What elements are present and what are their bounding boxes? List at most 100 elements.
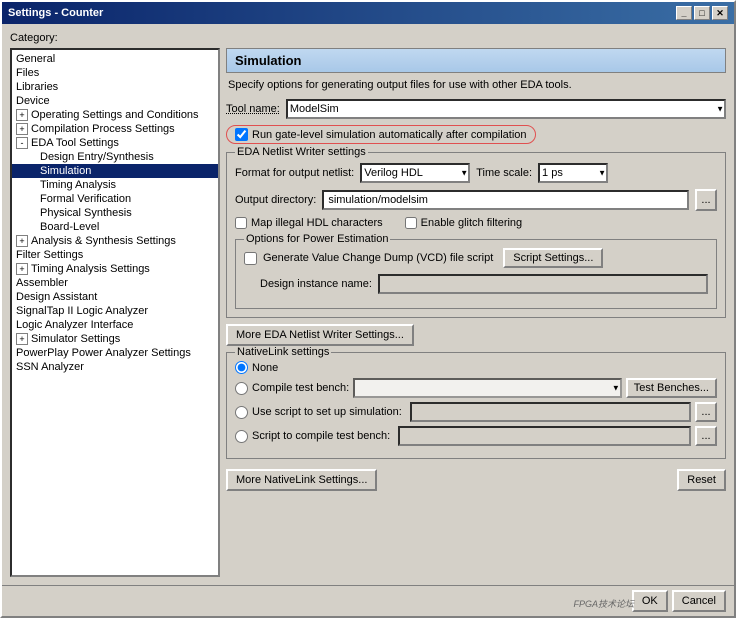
tree-item-design-entry[interactable]: Design Entry/Synthesis xyxy=(12,150,218,164)
compile-script-input xyxy=(398,426,691,446)
tree-label-device: Device xyxy=(16,95,50,107)
ok-button[interactable]: OK xyxy=(632,590,668,612)
tree-item-operating-settings[interactable]: + Operating Settings and Conditions xyxy=(12,108,218,122)
bottom-buttons: More NativeLink Settings... Reset xyxy=(226,469,726,491)
run-simulation-label[interactable]: Run gate-level simulation automatically … xyxy=(252,129,527,141)
tree-item-simulator-settings[interactable]: + Simulator Settings xyxy=(12,332,218,346)
power-estimation-title: Options for Power Estimation xyxy=(244,233,390,245)
tree-item-compilation-process[interactable]: + Compilation Process Settings xyxy=(12,122,218,136)
tree-item-libraries[interactable]: Libraries xyxy=(12,80,218,94)
tree-item-general[interactable]: General xyxy=(12,52,218,66)
design-instance-label: Design instance name: xyxy=(260,278,372,290)
tree-item-timing-analysis[interactable]: Timing Analysis xyxy=(12,178,218,192)
tree-label-simulation: Simulation xyxy=(40,165,91,177)
tree-label-design-entry: Design Entry/Synthesis xyxy=(40,151,154,163)
expander-timing-settings: + xyxy=(16,263,28,275)
cancel-button[interactable]: Cancel xyxy=(672,590,726,612)
generate-vcd-checkbox[interactable] xyxy=(244,252,257,265)
tree-label-powerplay: PowerPlay Power Analyzer Settings xyxy=(16,347,191,359)
window-title: Settings - Counter xyxy=(8,7,103,19)
tree-label-board-level: Board-Level xyxy=(40,221,99,233)
compile-bench-row: Compile test bench: Test Benches... xyxy=(235,378,717,398)
format-select-wrapper[interactable]: Verilog HDL VHDL xyxy=(360,163,470,183)
tree-label-files: Files xyxy=(16,67,39,79)
compile-bench-select[interactable] xyxy=(353,378,622,398)
use-script-radio[interactable] xyxy=(235,406,248,419)
close-button[interactable]: ✕ xyxy=(712,6,728,20)
main-area: General Files Libraries Device + Operati… xyxy=(10,48,726,577)
compile-bench-select-wrapper[interactable] xyxy=(353,378,622,398)
nativelink-group: NativeLink settings None Compile test be… xyxy=(226,352,726,459)
tree-label-filter-settings: Filter Settings xyxy=(16,249,83,261)
format-select[interactable]: Verilog HDL VHDL xyxy=(360,163,470,183)
tree-item-simulation[interactable]: Simulation xyxy=(12,164,218,178)
output-dir-input[interactable] xyxy=(322,190,689,210)
compile-script-row: Script to compile test bench: ... xyxy=(235,426,717,446)
run-simulation-checkbox[interactable] xyxy=(235,128,248,141)
more-nativelink-button[interactable]: More NativeLink Settings... xyxy=(226,469,377,491)
map-illegal-row: Map illegal HDL characters xyxy=(235,217,383,229)
reset-button[interactable]: Reset xyxy=(677,469,726,491)
expander-compilation: + xyxy=(16,123,28,135)
map-illegal-label[interactable]: Map illegal HDL characters xyxy=(251,217,383,229)
time-scale-select-wrapper[interactable]: 1 ps 10 ps 100 ps 1 ns xyxy=(538,163,608,183)
window-content: Category: General Files Libraries Device… xyxy=(2,24,734,585)
tree-label-timing-analysis-settings: Timing Analysis Settings xyxy=(31,263,150,275)
output-dir-browse-button[interactable]: ... xyxy=(695,189,717,211)
maximize-button[interactable]: □ xyxy=(694,6,710,20)
more-eda-button[interactable]: More EDA Netlist Writer Settings... xyxy=(226,324,414,346)
tree-label-general: General xyxy=(16,53,55,65)
tree-item-analysis-synthesis[interactable]: + Analysis & Synthesis Settings xyxy=(12,234,218,248)
tree-item-assembler[interactable]: Assembler xyxy=(12,276,218,290)
tree-label-operating-settings: Operating Settings and Conditions xyxy=(31,109,199,121)
compile-script-radio[interactable] xyxy=(235,430,248,443)
tool-name-select-wrapper[interactable]: ModelSim ModelSim-Altera VCS Riviera Act… xyxy=(286,99,726,119)
none-radio[interactable] xyxy=(235,361,248,374)
none-radio-label[interactable]: None xyxy=(252,362,278,374)
tree-item-timing-analysis-settings[interactable]: + Timing Analysis Settings xyxy=(12,262,218,276)
compile-script-browse-button[interactable]: ... xyxy=(695,426,717,446)
generate-vcd-label[interactable]: Generate Value Change Dump (VCD) file sc… xyxy=(263,252,493,264)
tool-name-label: Tool name: xyxy=(226,103,280,115)
more-eda-row: More EDA Netlist Writer Settings... xyxy=(226,324,726,346)
enable-glitch-label[interactable]: Enable glitch filtering xyxy=(421,217,523,229)
time-scale-select[interactable]: 1 ps 10 ps 100 ps 1 ns xyxy=(538,163,608,183)
tree-item-filter-settings[interactable]: Filter Settings xyxy=(12,248,218,262)
power-estimation-group: Options for Power Estimation Generate Va… xyxy=(235,239,717,309)
tree-item-eda-tool-settings[interactable]: - EDA Tool Settings xyxy=(12,136,218,150)
right-panel: Simulation Specify options for generatin… xyxy=(226,48,726,577)
enable-glitch-row: Enable glitch filtering xyxy=(405,217,523,229)
tree-item-powerplay[interactable]: PowerPlay Power Analyzer Settings xyxy=(12,346,218,360)
tree-item-device[interactable]: Device xyxy=(12,94,218,108)
window-footer: FPGA技术论坛 OK Cancel xyxy=(2,585,734,616)
test-benches-button[interactable]: Test Benches... xyxy=(626,378,717,398)
use-script-label[interactable]: Use script to set up simulation: xyxy=(252,406,402,418)
tree-item-physical-synthesis[interactable]: Physical Synthesis xyxy=(12,206,218,220)
map-illegal-checkbox[interactable] xyxy=(235,217,247,229)
tree-item-formal-verification[interactable]: Formal Verification xyxy=(12,192,218,206)
panel-title: Simulation xyxy=(226,48,726,73)
format-row: Format for output netlist: Verilog HDL V… xyxy=(235,163,717,183)
tree-item-design-assistant[interactable]: Design Assistant xyxy=(12,290,218,304)
tree-item-files[interactable]: Files xyxy=(12,66,218,80)
panel-description: Specify options for generating output fi… xyxy=(226,79,726,91)
compile-bench-radio[interactable] xyxy=(235,382,248,395)
tree-item-board-level[interactable]: Board-Level xyxy=(12,220,218,234)
tree-item-ssn-analyzer[interactable]: SSN Analyzer xyxy=(12,360,218,374)
tree-item-logic-analyzer[interactable]: Logic Analyzer Interface xyxy=(12,318,218,332)
nativelink-title: NativeLink settings xyxy=(235,346,331,358)
script-settings-button[interactable]: Script Settings... xyxy=(503,248,603,268)
tree-item-signaltap[interactable]: SignalTap II Logic Analyzer xyxy=(12,304,218,318)
enable-glitch-checkbox[interactable] xyxy=(405,217,417,229)
output-dir-label: Output directory: xyxy=(235,194,316,206)
compile-script-label[interactable]: Script to compile test bench: xyxy=(252,430,390,442)
minimize-button[interactable]: _ xyxy=(676,6,692,20)
compile-bench-label[interactable]: Compile test bench: xyxy=(252,382,349,394)
tool-name-select[interactable]: ModelSim ModelSim-Altera VCS Riviera Act… xyxy=(286,99,726,119)
generate-vcd-row: Generate Value Change Dump (VCD) file sc… xyxy=(244,248,708,268)
left-panel[interactable]: General Files Libraries Device + Operati… xyxy=(10,48,220,577)
use-script-browse-button[interactable]: ... xyxy=(695,402,717,422)
expander-eda: - xyxy=(16,137,28,149)
time-scale-label: Time scale: xyxy=(476,167,532,179)
tree-label-compilation-process: Compilation Process Settings xyxy=(31,123,175,135)
